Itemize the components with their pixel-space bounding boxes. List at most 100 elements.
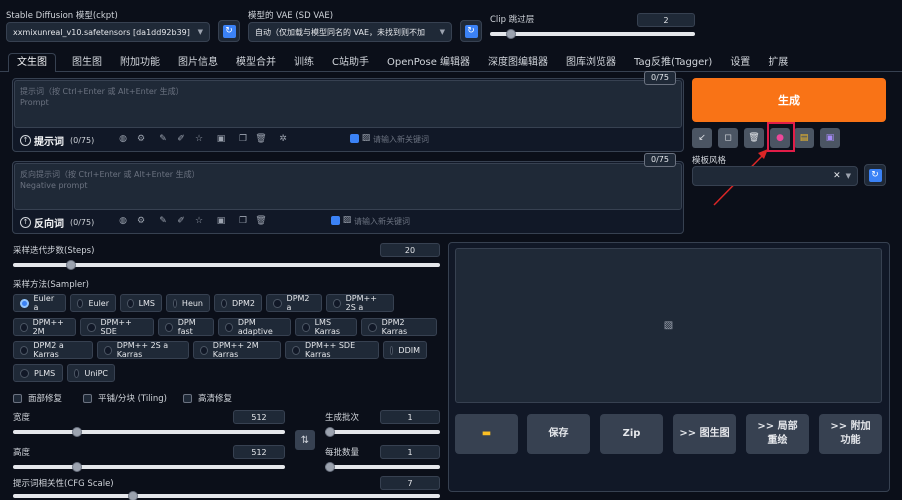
send-to-img2img-button[interactable]: >> 图生图 (673, 414, 736, 454)
width-value[interactable]: 512 (233, 410, 285, 424)
tab-gallery[interactable]: 图库浏览器 (564, 54, 618, 72)
prompt-keyword-input[interactable]: 请输入新关键词 (373, 134, 429, 145)
batch-count-thumb[interactable] (325, 427, 335, 437)
image-icon[interactable]: ▣ (215, 134, 227, 144)
batch-count-value[interactable]: 1 (380, 410, 440, 424)
sampler-option[interactable]: DPM2 (214, 294, 262, 312)
sampler-option[interactable]: DPM++ 2M Karras (193, 341, 281, 359)
clipboard-icon[interactable]: ▤ (794, 128, 814, 148)
sampler-option[interactable]: LMS Karras (295, 318, 357, 336)
checkbox[interactable] (183, 393, 192, 403)
sampler-option[interactable]: LMS (120, 294, 162, 312)
pencil-icon[interactable]: ✐ (175, 216, 187, 226)
settings-cog-icon[interactable]: ✲ (277, 134, 289, 144)
cfg-slider-thumb[interactable] (128, 491, 138, 500)
tab-civitai[interactable]: C站助手 (330, 54, 371, 72)
steps-value[interactable]: 20 (380, 243, 440, 257)
tab-depth[interactable]: 深度图编辑器 (486, 54, 550, 72)
width-slider[interactable] (13, 430, 285, 434)
sampler-option[interactable]: UniPC (67, 364, 115, 382)
height-value[interactable]: 512 (233, 445, 285, 459)
edit-icon[interactable]: ✎ (157, 134, 169, 144)
clip-slider[interactable] (490, 32, 695, 36)
vae-dropdown[interactable]: 自动（仅加载与模型同名的 VAE，未找到则不加 ▼ (248, 22, 452, 42)
generate-button[interactable]: 生成 (692, 78, 886, 122)
width-slider-thumb[interactable] (72, 427, 82, 437)
gear-icon[interactable]: ⚙ (135, 134, 147, 144)
open-folder-icon[interactable]: ▬ (455, 414, 518, 454)
negative-textarea[interactable]: 反向提示词（按 Ctrl+Enter 或 Alt+Enter 生成） Negat… (14, 163, 682, 210)
edit-icon[interactable]: ✎ (157, 216, 169, 226)
sampler-option[interactable]: DPM++ 2S a (326, 294, 394, 312)
copy-icon[interactable]: ❐ (237, 216, 249, 226)
vae-refresh-button[interactable]: ↻ (460, 20, 482, 42)
checkbox[interactable] (83, 393, 92, 403)
arrow-up-icon[interactable]: ↑ (20, 216, 31, 228)
tiling-check[interactable]: 平铺/分块 (Tiling) (83, 392, 167, 404)
keyword-checkbox[interactable] (350, 134, 359, 143)
tab-txt2img[interactable]: 文生图 (8, 53, 56, 72)
batch-count-slider[interactable] (325, 430, 440, 434)
sampler-option[interactable]: DPM2 a Karras (13, 341, 93, 359)
cfg-slider[interactable] (13, 494, 440, 498)
gear-icon[interactable]: ⚙ (135, 216, 147, 226)
tab-train[interactable]: 训练 (292, 54, 316, 72)
send-to-inpaint-button[interactable]: >> 局部重绘 (746, 414, 809, 454)
tab-img2img[interactable]: 图生图 (70, 54, 104, 72)
arrow-diagonal-icon[interactable]: ↙ (692, 128, 712, 148)
trash-icon[interactable]: 🗑 (255, 134, 267, 144)
star-icon[interactable]: ☆ (193, 134, 205, 144)
clear-x-icon[interactable]: ✕ (833, 171, 841, 181)
globe-icon[interactable]: ◍ (117, 216, 129, 226)
clip-slider-thumb[interactable] (506, 29, 516, 39)
cfg-value[interactable]: 7 (380, 476, 440, 490)
steps-slider[interactable] (13, 263, 440, 267)
star-icon[interactable]: ☆ (193, 216, 205, 226)
save-button[interactable]: 保存 (527, 414, 590, 454)
sampler-option[interactable]: DPM++ SDE (80, 318, 154, 336)
sampler-option[interactable]: PLMS (13, 364, 63, 382)
tab-extensions[interactable]: 扩展 (766, 54, 790, 72)
tab-extras[interactable]: 附加功能 (118, 54, 162, 72)
negative-keyword-input[interactable]: 请输入新关键词 (354, 216, 410, 227)
tab-openpose[interactable]: OpenPose 编辑器 (385, 54, 472, 72)
model-refresh-button[interactable]: ↻ (218, 20, 240, 42)
sampler-option[interactable]: DPM2 Karras (361, 318, 437, 336)
trash-icon[interactable]: 🗑 (255, 216, 267, 226)
batch-size-value[interactable]: 1 (380, 445, 440, 459)
clip-value[interactable]: 2 (637, 13, 695, 27)
face-restore-check[interactable]: 面部修复 (13, 392, 62, 404)
sampler-option[interactable]: DPM++ 2M (13, 318, 76, 336)
prompt-textarea[interactable]: 提示词（按 Ctrl+Enter 或 Alt+Enter 生成） Prompt (14, 80, 682, 128)
send-to-extras-button[interactable]: >> 附加功能 (819, 414, 882, 454)
sampler-option[interactable]: DPM fast (158, 318, 214, 336)
hires-check[interactable]: 高清修复 (183, 392, 232, 404)
style-refresh-button[interactable]: ↻ (864, 164, 886, 186)
image-icon[interactable]: ▣ (215, 216, 227, 226)
model-dropdown[interactable]: xxmixunreal_v10.safetensors [da1dd92b39]… (6, 22, 210, 42)
tab-tagger[interactable]: Tag反推(Tagger) (632, 54, 714, 72)
sampler-option[interactable]: DDIM (383, 341, 427, 359)
tab-merge[interactable]: 模型合并 (234, 54, 278, 72)
sampler-option[interactable]: Euler (70, 294, 116, 312)
height-slider[interactable] (13, 465, 285, 469)
sampler-option[interactable]: Heun (166, 294, 210, 312)
sampler-option[interactable]: Euler a (13, 294, 66, 312)
save-disk-icon[interactable]: ▣ (820, 128, 840, 148)
negative-keyword-checkbox[interactable] (331, 216, 340, 225)
sampler-option[interactable]: DPM++ 2S a Karras (97, 341, 189, 359)
globe-icon[interactable]: ◍ (117, 134, 129, 144)
tab-settings[interactable]: 设置 (728, 54, 752, 72)
sampler-option[interactable]: DPM++ SDE Karras (285, 341, 379, 359)
checkbox[interactable] (13, 393, 22, 403)
sampler-option[interactable]: DPM adaptive (218, 318, 291, 336)
pencil-icon[interactable]: ✐ (175, 134, 187, 144)
batch-size-thumb[interactable] (325, 462, 335, 472)
style-dropdown[interactable]: ✕ ▼ (692, 166, 858, 186)
height-slider-thumb[interactable] (72, 462, 82, 472)
zip-button[interactable]: Zip (600, 414, 663, 454)
steps-slider-thumb[interactable] (66, 260, 76, 270)
batch-size-slider[interactable] (325, 465, 440, 469)
sampler-option[interactable]: DPM2 a (266, 294, 322, 312)
tab-png-info[interactable]: 图片信息 (176, 54, 220, 72)
